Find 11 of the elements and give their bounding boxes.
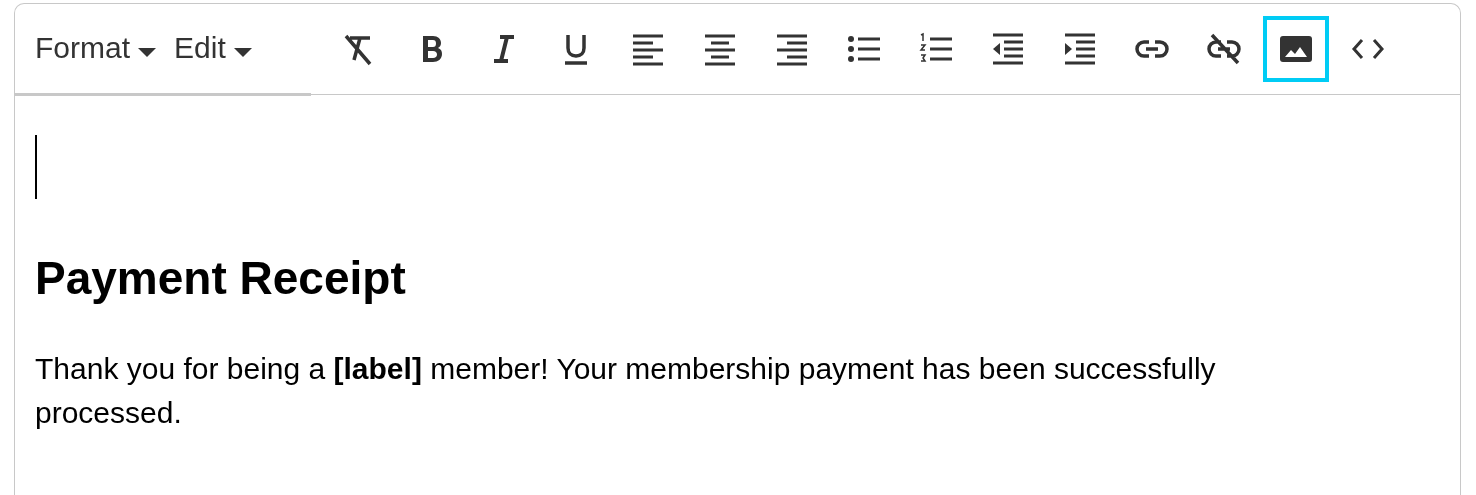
caret-icon (138, 47, 156, 57)
caret-icon (233, 47, 252, 57)
indent-icon (1062, 31, 1098, 67)
heading: Payment Receipt (35, 251, 407, 305)
unlink-icon (1206, 31, 1242, 67)
image-button[interactable] (1263, 16, 1329, 82)
text-cursor (35, 135, 37, 199)
menu-button[interactable]: Edit (170, 25, 256, 72)
menu-button[interactable]: Format (31, 25, 160, 72)
paragraph: Thank you for being a [label] member! Your membership payment has been successfully processed. (35, 351, 1217, 431)
outdent-icon (990, 31, 1026, 67)
